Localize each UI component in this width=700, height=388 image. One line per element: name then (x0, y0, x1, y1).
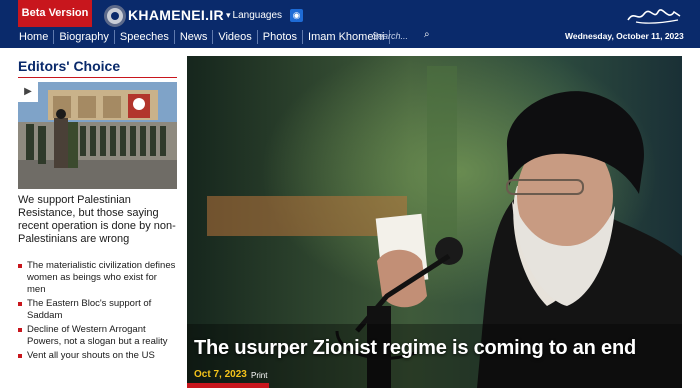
editors-choice-list: The materialistic civilization defines w… (18, 260, 178, 364)
nav-home[interactable]: Home (14, 30, 55, 44)
list-item[interactable]: Decline of Western Arrogant Powers, not … (18, 324, 178, 348)
beta-version-badge[interactable]: Beta Version (18, 0, 92, 27)
main-nav: Home Biography Speeches News Videos Phot… (0, 28, 391, 46)
nav-news[interactable]: News (175, 30, 214, 44)
languages-menu[interactable]: ▾ Languages (226, 10, 282, 21)
editors-choice-lead-link[interactable]: We support Palestinian Resistance, but t… (18, 194, 180, 246)
section-divider (18, 77, 177, 78)
play-icon[interactable]: ▶ (18, 82, 38, 102)
gear-logo-icon[interactable] (104, 5, 126, 27)
signature-logo[interactable] (626, 6, 682, 26)
languages-label: Languages (232, 10, 283, 21)
list-item[interactable]: Vent all your shouts on the US (18, 350, 178, 362)
hero-headline[interactable]: The usurper Zionist regime is coming to … (194, 337, 636, 360)
hero-date: Oct 7, 2023 (194, 369, 247, 380)
search-icon[interactable]: ⌕ (424, 29, 430, 40)
chevron-down-icon: ▾ (226, 10, 231, 20)
nav-biography[interactable]: Biography (54, 30, 115, 44)
rss-icon[interactable]: ◉ (290, 9, 303, 22)
editors-choice-video-thumbnail[interactable]: ▶ (18, 82, 177, 189)
header-date: Wednesday, October 11, 2023 (565, 31, 684, 41)
hero-accent-bar (187, 383, 269, 388)
nav-photos[interactable]: Photos (258, 30, 304, 44)
site-logo-text[interactable]: KHAMENEI.IR (128, 7, 224, 23)
search-input[interactable]: Search... ⌕ (366, 29, 438, 44)
search-placeholder: Search... (372, 31, 409, 41)
thumbnail-image (18, 82, 177, 189)
nav-speeches[interactable]: Speeches (115, 30, 175, 44)
list-item[interactable]: The materialistic civilization defines w… (18, 260, 178, 296)
nav-videos[interactable]: Videos (213, 30, 258, 44)
editors-choice-heading: Editors' Choice (18, 58, 121, 74)
list-item[interactable]: The Eastern Bloc's support of Saddam (18, 298, 178, 322)
site-header: Beta Version KHAMENEI.IR ▾ Languages ◉ Ho… (0, 0, 700, 48)
print-link[interactable]: Print (251, 371, 267, 380)
